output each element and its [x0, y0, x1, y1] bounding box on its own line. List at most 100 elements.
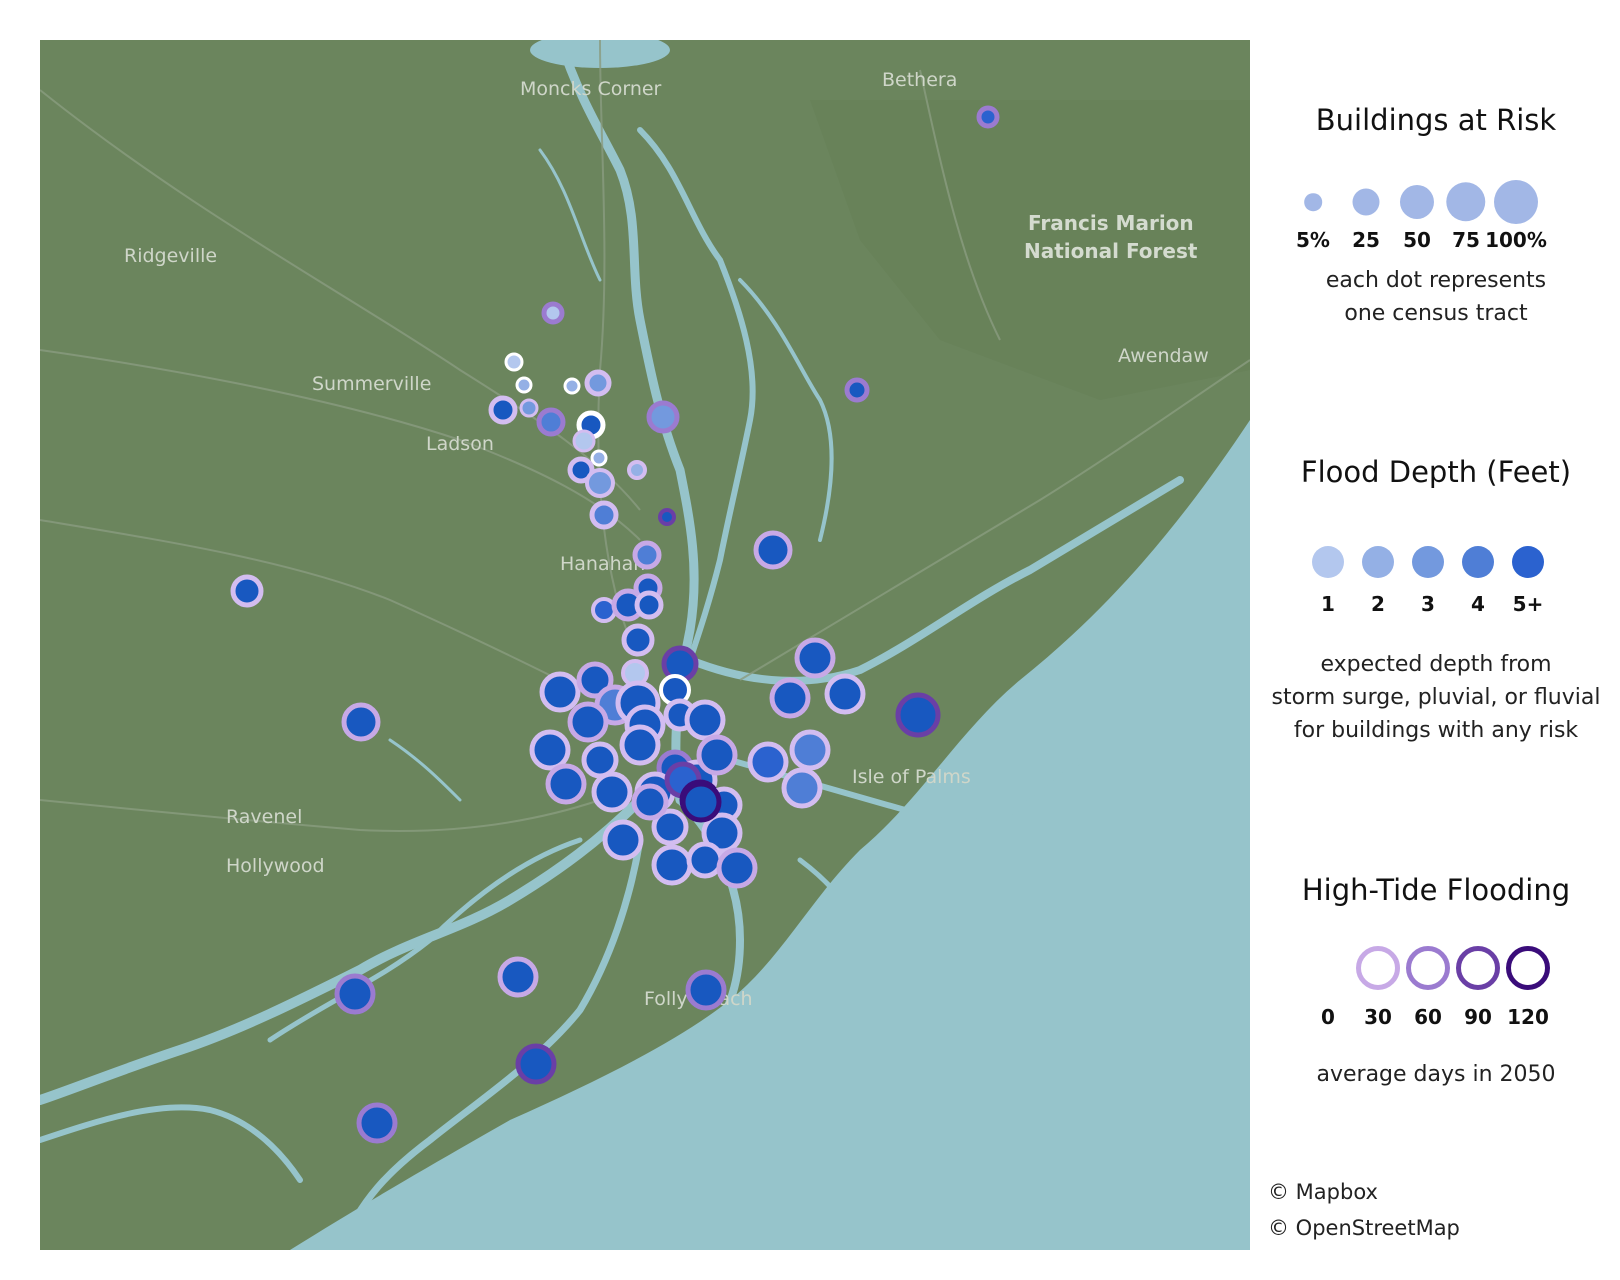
size-swatch [1446, 182, 1486, 222]
depth-note-line3: for buildings with any risk [1293, 718, 1579, 743]
tract-marker[interactable] [632, 540, 662, 570]
tract-marker[interactable] [684, 699, 726, 741]
map[interactable]: Moncks Corner Bethera Ridgeville Francis Ma… [40, 40, 1250, 1250]
depth-tick-label: 3 [1421, 592, 1435, 616]
legend-size-title: Buildings at Risk [1315, 103, 1557, 137]
tract-marker[interactable] [591, 771, 633, 813]
tract-marker[interactable] [716, 847, 758, 889]
tract-marker[interactable] [545, 763, 587, 805]
size-swatch [1304, 193, 1322, 211]
credit-mapbox[interactable]: © Mapbox [1268, 1180, 1378, 1204]
legend-depth-title: Flood Depth (Feet) [1300, 455, 1572, 489]
legend-tide-title: High-Tide Flooding [1301, 873, 1571, 907]
size-note-line2: one census tract [1344, 301, 1528, 326]
legend-high-tide: High-Tide Flooding [1258, 873, 1614, 907]
depth-tick-label: 5+ [1512, 592, 1544, 616]
tide-ring-swatch [1456, 946, 1500, 990]
place-label-hanahan: Hanahan [560, 553, 645, 575]
tract-marker[interactable] [356, 1102, 398, 1144]
tract-marker[interactable] [341, 702, 381, 742]
place-label-summerville: Summerville [312, 373, 431, 395]
size-tick-label: 50 [1403, 228, 1431, 252]
size-tick-label: 25 [1352, 228, 1380, 252]
tract-marker[interactable] [539, 671, 581, 713]
tract-marker[interactable] [602, 819, 644, 861]
tide-tick-label: 0 [1321, 1005, 1335, 1029]
tract-marker[interactable] [584, 369, 612, 397]
place-label-francis-marion-1: Francis Marion [1028, 211, 1194, 235]
tract-marker[interactable] [515, 376, 533, 394]
tide-ring-swatch [1356, 946, 1400, 990]
tract-marker[interactable] [895, 692, 941, 738]
legend-tide-note: average days in 2050 [1258, 1058, 1614, 1091]
tract-marker[interactable] [590, 449, 608, 467]
credit-osm[interactable]: © OpenStreetMap [1268, 1216, 1460, 1240]
tract-marker[interactable] [497, 956, 539, 998]
tract-marker[interactable] [686, 841, 724, 879]
tract-marker[interactable] [658, 508, 676, 526]
tract-marker[interactable] [529, 729, 571, 771]
depth-scale: 1 2 3 4 5+ [1258, 540, 1614, 620]
tract-marker[interactable] [585, 468, 615, 498]
tract-marker[interactable] [572, 429, 596, 453]
tract-marker[interactable] [627, 460, 647, 480]
tract-marker[interactable] [634, 590, 664, 620]
tract-marker[interactable] [567, 701, 609, 743]
tract-marker[interactable] [753, 530, 793, 570]
place-label-francis-marion-2: National Forest [1024, 239, 1198, 263]
tract-marker[interactable] [976, 105, 1000, 129]
tract-marker[interactable] [515, 1043, 557, 1085]
tract-marker[interactable] [789, 729, 831, 771]
tract-marker[interactable] [747, 741, 789, 783]
tract-marker[interactable] [621, 623, 655, 657]
place-label-ladson: Ladson [426, 433, 494, 455]
tract-marker[interactable] [651, 844, 693, 886]
tide-tick-label: 90 [1464, 1005, 1492, 1029]
tract-marker[interactable] [769, 677, 811, 719]
tract-marker[interactable] [541, 301, 565, 325]
legend-flood-depth: Flood Depth (Feet) [1258, 455, 1614, 489]
depth-tick-label: 1 [1321, 592, 1335, 616]
tract-marker[interactable] [536, 407, 566, 437]
tract-marker[interactable] [696, 734, 738, 776]
size-note-line1: each dot represents [1325, 268, 1547, 293]
tract-marker[interactable] [646, 400, 680, 434]
tide-tick-label: 30 [1364, 1005, 1392, 1029]
tract-marker[interactable] [589, 500, 619, 530]
tract-marker[interactable] [504, 352, 524, 372]
tract-marker[interactable] [680, 781, 722, 823]
tract-marker[interactable] [591, 597, 617, 623]
tract-marker[interactable] [619, 724, 661, 766]
tract-marker[interactable] [581, 741, 619, 779]
tract-marker[interactable] [685, 969, 727, 1011]
tract-marker[interactable] [230, 574, 264, 608]
depth-swatch [1462, 546, 1494, 578]
size-swatch [1352, 188, 1380, 216]
tide-ring-swatch [1506, 946, 1550, 990]
tide-scale: 0 30 60 90 120 [1258, 945, 1614, 1029]
tract-marker[interactable] [781, 767, 823, 809]
depth-swatch [1512, 546, 1544, 578]
size-swatch [1399, 184, 1435, 220]
tract-marker[interactable] [824, 673, 866, 715]
tract-marker[interactable] [794, 637, 836, 679]
tide-note: average days in 2050 [1316, 1062, 1556, 1087]
tide-tick-label: 60 [1414, 1005, 1442, 1029]
place-label-bethera: Bethera [882, 69, 957, 91]
tract-marker[interactable] [844, 377, 870, 403]
size-tick-label: 100% [1485, 228, 1547, 252]
tract-marker[interactable] [488, 395, 518, 425]
depth-note-line1: expected depth from [1320, 652, 1552, 677]
depth-swatch [1362, 546, 1394, 578]
tide-tick-label: 120 [1507, 1005, 1549, 1029]
map-canvas: Moncks Corner Bethera Ridgeville Francis Ma… [40, 40, 1250, 1250]
tract-marker[interactable] [563, 377, 581, 395]
tide-ring-swatch [1406, 946, 1450, 990]
tract-marker[interactable] [334, 973, 376, 1015]
depth-tick-label: 2 [1371, 592, 1385, 616]
place-label-isle-of-palms: Isle of Palms [852, 766, 971, 788]
size-swatch [1494, 180, 1538, 224]
place-label-ravenel: Ravenel [226, 806, 302, 828]
tract-marker[interactable] [631, 783, 669, 821]
tract-marker[interactable] [519, 398, 539, 418]
